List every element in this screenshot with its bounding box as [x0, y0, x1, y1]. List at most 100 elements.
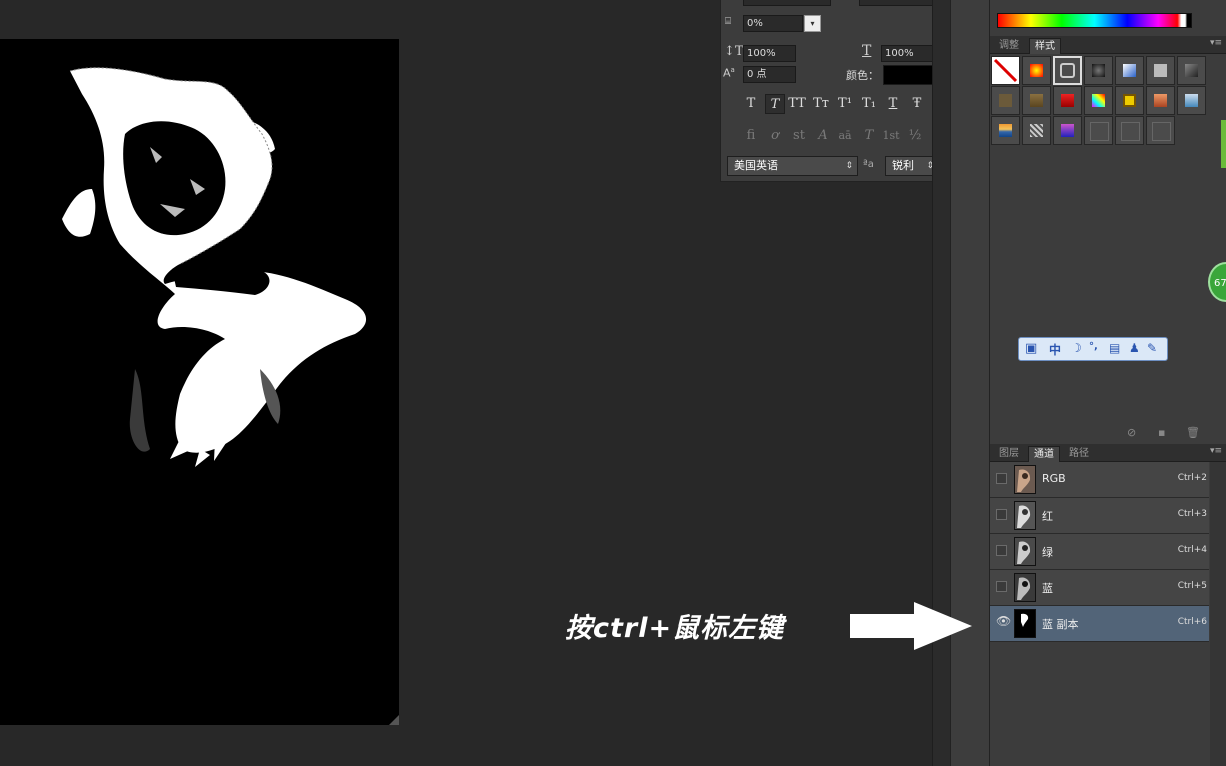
style-swatch[interactable] [1177, 86, 1206, 115]
language-select[interactable]: 美国英语 ⇕ [727, 156, 858, 176]
horizontal-scale-field[interactable]: 100% [881, 45, 936, 62]
document-canvas[interactable] [0, 39, 399, 725]
style-swatch[interactable] [1146, 56, 1175, 85]
arrow-right-icon [850, 602, 972, 650]
channel-thumbnail [1014, 501, 1036, 530]
style-swatch[interactable] [991, 86, 1020, 115]
canvas-corner [389, 715, 399, 725]
channel-shortcut: Ctrl+4 [1177, 545, 1207, 555]
style-swatch[interactable] [1053, 116, 1082, 145]
styles-footer: ⊘ ▪ 🗑 [990, 424, 1226, 443]
style-swatch[interactable] [1022, 116, 1051, 145]
fractions-button[interactable]: ½ [905, 126, 925, 146]
no-style-icon [993, 58, 1018, 83]
antialias-icon: ªa [863, 159, 874, 170]
ime-logo-icon[interactable]: ▣ [1025, 341, 1037, 356]
tab-layers[interactable]: 图层 [994, 446, 1024, 461]
tracking-field[interactable]: 0% [743, 15, 803, 32]
character-panel: ⌸ 0% ▾ ↕T 100% T 100% Aa 0 点 颜色： T T TT … [720, 0, 949, 182]
channel-name: RGB [1042, 472, 1066, 485]
antialias-select[interactable]: 锐利 ⇕ [885, 156, 939, 176]
style-swatch[interactable] [1177, 56, 1206, 85]
visibility-toggle[interactable] [996, 545, 1007, 556]
style-swatch[interactable] [1084, 56, 1113, 85]
panel-menu-icon[interactable]: ▾≡ [1210, 38, 1222, 48]
channel-thumbnail [1014, 609, 1036, 638]
strikethrough-button[interactable]: Ŧ [907, 94, 927, 114]
style-swatch[interactable] [1146, 86, 1175, 115]
trash-icon[interactable]: 🗑 [1186, 426, 1200, 439]
channel-shortcut: Ctrl+3 [1177, 509, 1207, 519]
leading-field[interactable] [743, 0, 831, 6]
channel-name: 蓝 副本 [1042, 618, 1079, 631]
style-swatch[interactable] [1146, 116, 1175, 145]
ime-mode-toggle[interactable]: 中 [1049, 341, 1061, 358]
channel-row-rgb[interactable]: RGB Ctrl+2 [990, 462, 1209, 498]
color-label: 颜色： [846, 69, 879, 82]
tab-paths[interactable]: 路径 [1064, 446, 1094, 461]
swash-button[interactable]: A [813, 126, 833, 146]
discretionary-ligatures-button[interactable]: st [789, 126, 809, 146]
style-swatch[interactable] [1022, 86, 1051, 115]
channel-thumbnail [1014, 537, 1036, 566]
baseline-shift-field[interactable]: 0 点 [743, 66, 796, 83]
tab-styles[interactable]: 样式 [1029, 38, 1061, 54]
small-caps-button[interactable]: Tт [811, 94, 831, 114]
keyboard-icon[interactable]: ▤ [1109, 341, 1120, 355]
faux-italic-button[interactable]: T [765, 94, 785, 114]
underline-button[interactable]: T [883, 94, 903, 114]
ordinals-button[interactable]: 1st [881, 126, 901, 146]
moon-icon[interactable]: ☽ [1071, 341, 1082, 355]
channel-row-green[interactable]: 绿 Ctrl+4 [990, 534, 1209, 570]
channel-row-blue-copy[interactable]: 👁 蓝 副本 Ctrl+6 [990, 606, 1209, 642]
channel-thumbnail [1014, 573, 1036, 602]
channel-shortcut: Ctrl+6 [1177, 617, 1207, 627]
style-swatch[interactable] [1053, 56, 1082, 85]
instruction-annotation: 按ctrl+鼠标左键 [565, 613, 785, 644]
clear-style-icon[interactable]: ⊘ [1127, 426, 1136, 439]
style-swatch[interactable] [1022, 56, 1051, 85]
tracking-dropdown-chevron-icon[interactable]: ▾ [804, 15, 821, 32]
ime-punct-toggle[interactable]: °, [1089, 341, 1098, 352]
style-swatch[interactable] [991, 116, 1020, 145]
channel-thumbnail [1014, 465, 1036, 494]
text-color-swatch[interactable] [883, 65, 937, 85]
subscript-button[interactable]: T₁ [859, 94, 879, 114]
style-swatch[interactable] [1053, 86, 1082, 115]
channel-row-red[interactable]: 红 Ctrl+3 [990, 498, 1209, 534]
user-icon[interactable]: ♟ [1129, 341, 1140, 355]
ime-toolbar[interactable]: ▣ 中 ☽ °, ▤ ♟ ✎ [1018, 337, 1168, 361]
channels-scrollbar[interactable] [1210, 462, 1226, 766]
wrench-icon[interactable]: ✎ [1147, 341, 1157, 355]
style-swatch[interactable] [1084, 86, 1113, 115]
new-style-icon[interactable]: ▪ [1158, 426, 1165, 439]
tab-adjustments[interactable]: 调整 [994, 38, 1024, 53]
color-spectrum[interactable] [997, 13, 1192, 28]
channel-shortcut: Ctrl+5 [1177, 581, 1207, 591]
visibility-toggle[interactable] [996, 509, 1007, 520]
stylistic-alternates-button[interactable]: aā [835, 126, 855, 146]
updown-icon: ⇕ [845, 161, 853, 171]
style-none-swatch[interactable] [991, 56, 1020, 85]
panel-menu-icon[interactable]: ▾≡ [1210, 446, 1222, 456]
all-caps-button[interactable]: TT [787, 94, 807, 114]
ligatures-button[interactable]: fi [741, 126, 761, 146]
channel-row-blue[interactable]: 蓝 Ctrl+5 [990, 570, 1209, 606]
visibility-toggle[interactable] [996, 473, 1007, 484]
kerning-field[interactable] [859, 0, 937, 6]
style-swatch[interactable] [1084, 116, 1113, 145]
tab-channels[interactable]: 通道 [1028, 446, 1060, 462]
visibility-toggle[interactable] [996, 581, 1007, 592]
style-swatch[interactable] [1115, 116, 1144, 145]
channel-shortcut: Ctrl+2 [1177, 473, 1207, 483]
old-style-button[interactable]: ơ [765, 126, 785, 146]
superscript-button[interactable]: T¹ [835, 94, 855, 114]
style-swatch[interactable] [1115, 86, 1144, 115]
faux-bold-button[interactable]: T [741, 94, 761, 114]
titling-alternates-button[interactable]: T [859, 126, 879, 146]
accent-bar [1221, 120, 1226, 168]
eye-icon[interactable]: 👁 [996, 615, 1011, 628]
vertical-scale-field[interactable]: 100% [743, 45, 796, 62]
channel-name: 红 [1042, 510, 1053, 523]
style-swatch[interactable] [1115, 56, 1144, 85]
